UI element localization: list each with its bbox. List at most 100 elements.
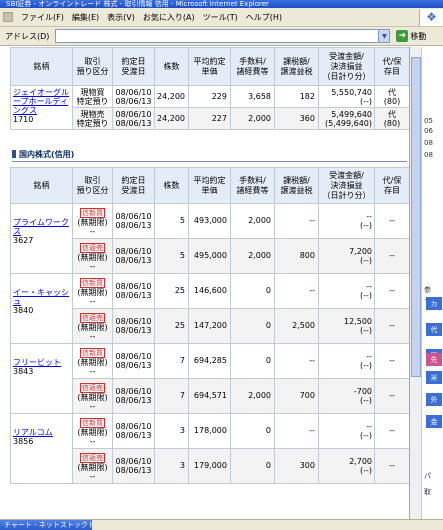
- kubun-cell: 現物売 特定預り: [72, 107, 113, 130]
- tax-cell: --: [274, 413, 319, 449]
- settle-daytrade: (5,499,640): [325, 118, 372, 128]
- address-input[interactable]: [55, 29, 380, 43]
- last-cell: --: [374, 273, 409, 309]
- taskbar-button[interactable]: チャート - ネットストックトレ...: [0, 520, 92, 530]
- col-header-qty: 株数: [154, 47, 189, 86]
- side-panel-tab[interactable]: カ: [426, 297, 442, 310]
- fee-cell: 0: [230, 308, 275, 344]
- kubun-cell: 信新買 (無期限) --: [72, 343, 113, 379]
- qty-cell: 25: [154, 308, 189, 344]
- price-cell: 227: [188, 107, 231, 130]
- col-header-qty: 株数: [154, 167, 189, 204]
- go-button[interactable]: ➜ 移動: [396, 30, 426, 42]
- col-header-stock: 銘柄: [10, 167, 73, 204]
- margin-stock-table: 銘柄 取引 預り区分 約定日 受渡日 株数 平均約定 単価 手数料/ 諸経費等 …: [10, 167, 409, 484]
- trade-type-badge: 信新買: [80, 277, 105, 288]
- date-cell: 08/06/10 08/06/13: [112, 203, 155, 239]
- menu-tools[interactable]: ツール(T): [199, 12, 242, 23]
- menu-edit[interactable]: 編集(E): [68, 12, 103, 23]
- qty-cell: 3: [154, 448, 189, 484]
- scrollbar[interactable]: [410, 47, 422, 519]
- fee-cell: 0: [230, 343, 275, 379]
- settle-daytrade: (--): [359, 256, 372, 265]
- kubun-cell: 信新買 (無期限) --: [72, 413, 113, 449]
- fee-cell: 0: [230, 273, 275, 309]
- page-content: 銘柄 取引 預り区分 約定日 受渡日 株数 平均約定 単価 手数料/ 諸経費等 …: [0, 47, 409, 519]
- kubun-cell: 信返売 (無期限) --: [72, 378, 113, 414]
- menu-file[interactable]: ファイル(F): [17, 12, 68, 23]
- settle-amount: 2,700: [349, 457, 372, 466]
- trade-account: --: [89, 226, 96, 236]
- scrollbar-thumb[interactable]: [411, 57, 421, 377]
- last-cell: --: [374, 378, 409, 414]
- stock-link[interactable]: リアルコム: [13, 428, 70, 437]
- col-header-fee: 手数料/ 諸経費等: [230, 167, 275, 204]
- settle-cell: -700 (--): [318, 378, 375, 414]
- side-panel-tab[interactable]: 金: [426, 415, 442, 428]
- stock-cell: プライムワークス 3627: [10, 203, 73, 274]
- date-cell: 08/06/10 08/06/13: [112, 238, 155, 274]
- fee-cell: 2,000: [230, 238, 275, 274]
- col-header-last: 代/保 存目: [374, 47, 409, 86]
- trade-term: (無期限): [77, 462, 108, 472]
- section-title: 国内株式(信用): [12, 149, 407, 162]
- col-header-kubun: 取引 預り区分: [72, 47, 113, 86]
- stock-cell: リアルコム 3856: [10, 413, 73, 484]
- menu-view[interactable]: 表示(V): [103, 12, 139, 23]
- fee-cell: 2,000: [230, 378, 275, 414]
- settle-amount: --: [366, 422, 372, 431]
- fee-cell: 0: [230, 413, 275, 449]
- kubun-cell: 信返売 (無期限) --: [72, 448, 113, 484]
- last-cell: --: [374, 203, 409, 239]
- qty-cell: 25: [154, 273, 189, 309]
- tax-cell: 360: [274, 107, 319, 130]
- side-panel-tab[interactable]: 先: [426, 353, 442, 366]
- qty-cell: 24,200: [154, 85, 189, 108]
- side-panel-tab[interactable]: 米: [426, 371, 442, 384]
- menu-help[interactable]: ヘルプ(H): [242, 12, 286, 23]
- side-panel-tab[interactable]: 代: [426, 323, 442, 336]
- stock-cell: イー・キャッシュ 3840: [10, 273, 73, 344]
- col-header-fee: 手数料/ 諸経費等: [230, 47, 275, 86]
- app-icon: [3, 12, 13, 22]
- price-cell: 694,285: [188, 343, 231, 379]
- stock-cell: ジェイオーグループホールディングス 1710: [10, 85, 73, 130]
- date-cell: 08/06/10 08/06/13: [112, 85, 155, 108]
- stock-link[interactable]: フリービット: [13, 358, 70, 367]
- date-cell: 08/06/10 08/06/13: [112, 107, 155, 130]
- trade-type-badge: 信返売: [80, 452, 105, 463]
- side-panel-text: 06: [424, 127, 433, 135]
- stock-link[interactable]: ジェイオーグループホールディングス: [13, 88, 70, 115]
- trade-term: (無期限): [77, 357, 108, 367]
- last-cell: 代 (80): [374, 85, 409, 108]
- stock-code: 3627: [13, 236, 34, 245]
- settle-daytrade: (--): [359, 221, 372, 230]
- trade-type-badge: 信返売: [80, 242, 105, 253]
- settle-amount: 5,499,640: [331, 109, 372, 119]
- menu-favorites[interactable]: お気に入り(A): [139, 12, 199, 23]
- side-panel-tab[interactable]: 外: [426, 393, 442, 406]
- last-cell: 代 (80): [374, 107, 409, 130]
- settle-cell: -- (--): [318, 343, 375, 379]
- trade-type-badge: 信新買: [80, 417, 105, 428]
- chevron-down-icon: ▼: [382, 32, 387, 40]
- col-header-dates: 約定日 受渡日: [112, 47, 155, 86]
- tax-cell: --: [274, 203, 319, 239]
- col-header-settle: 受渡金額/ 決済損益 （日計り分）: [318, 167, 375, 204]
- last-cell: --: [374, 238, 409, 274]
- settle-daytrade: (--): [359, 431, 372, 440]
- table-header-row: 銘柄 取引 預り区分 約定日 受渡日 株数 平均約定 単価 手数料/ 諸経費等 …: [10, 47, 409, 86]
- address-label: アドレス(D): [5, 31, 50, 41]
- table-header-row: 銘柄 取引 預り区分 約定日 受渡日 株数 平均約定 単価 手数料/ 諸経費等 …: [10, 167, 409, 204]
- stock-link[interactable]: プライムワークス: [13, 218, 70, 236]
- settle-cell: 7,200 (--): [318, 238, 375, 274]
- tax-cell: 800: [274, 238, 319, 274]
- address-dropdown-button[interactable]: ▼: [378, 29, 391, 43]
- stock-link[interactable]: イー・キャッシュ: [13, 288, 70, 306]
- kubun-cell: 信返売 (無期限) --: [72, 308, 113, 344]
- settle-cell: 5,550,740 (--): [318, 85, 375, 108]
- trade-type-badge: 信新買: [80, 347, 105, 358]
- date-cell: 08/06/10 08/06/13: [112, 448, 155, 484]
- windows-flag-icon: ❖: [426, 10, 437, 24]
- table-row: ジェイオーグループホールディングス 1710 現物買 特定預り 08/06/10…: [10, 85, 409, 130]
